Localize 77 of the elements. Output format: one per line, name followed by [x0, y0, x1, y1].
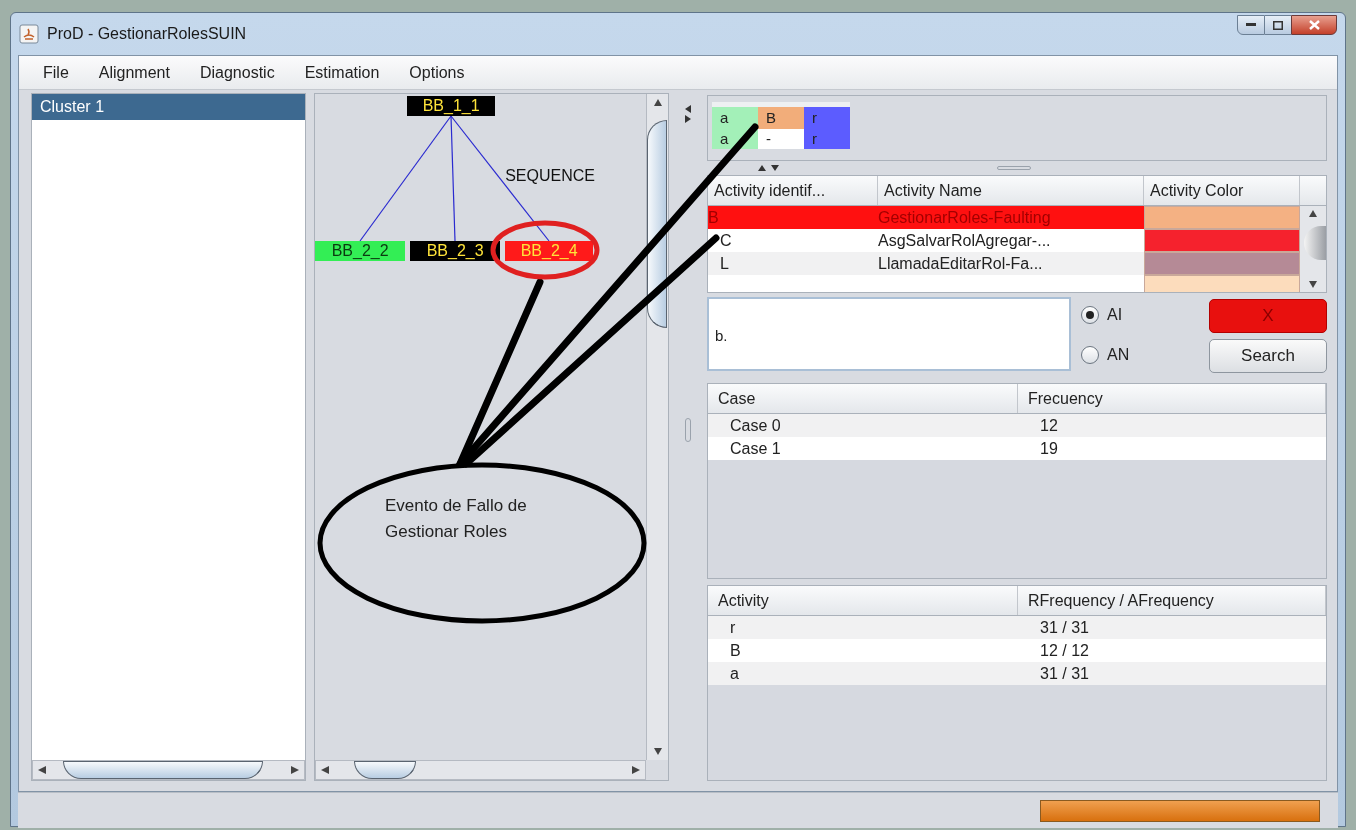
annotation-text: Evento de Fallo de Gestionar Roles [385, 495, 528, 543]
app-icon [19, 24, 39, 44]
radio-indicator[interactable] [1081, 306, 1099, 324]
scroll-up-icon[interactable] [652, 98, 663, 107]
column-header[interactable]: Frecuency [1018, 384, 1326, 413]
table-row[interactable]: L LlamadaEditarRol-Fa... [708, 252, 1300, 275]
table-cell-text: B [708, 207, 720, 228]
table-cell-text: Case 0 [729, 415, 782, 436]
scrollbar-thumb[interactable] [354, 761, 417, 779]
radio-label: AI [1107, 305, 1123, 325]
table-cell-text: 31 / 31 [1039, 617, 1090, 638]
scroll-up-icon[interactable] [1308, 209, 1318, 218]
radio-button[interactable]: AI [1081, 303, 1197, 327]
scrollbar-thumb[interactable] [63, 761, 263, 779]
tree-node[interactable]: BB_2_2 [315, 241, 406, 261]
splitter-handle[interactable] [685, 418, 692, 442]
alignment-cell: r [804, 107, 850, 129]
resize-arrows-icon[interactable] [757, 164, 781, 172]
column-header[interactable]: Activity identif... [708, 176, 878, 205]
close-button[interactable] [1291, 15, 1337, 35]
alignment-cell: a [712, 107, 758, 129]
cluster-item[interactable]: Cluster 1 [32, 94, 306, 120]
menu-item[interactable]: Estimation [300, 60, 384, 85]
table-cell-text: r [729, 617, 737, 638]
minimize-button[interactable] [1237, 15, 1265, 35]
column-header[interactable]: Activity [708, 586, 1018, 615]
table-cell-text: 31 / 31 [1039, 663, 1090, 684]
close-icon [1308, 20, 1320, 30]
menu-item[interactable]: File [39, 60, 73, 85]
scroll-right-icon[interactable] [290, 765, 301, 775]
scroll-down-icon[interactable] [652, 747, 663, 756]
table-cell-text: AsgSalvarRolAgregar-... [878, 230, 1052, 251]
table-cell-text: a [729, 663, 740, 684]
alignment-cell: B [758, 107, 804, 129]
table-cell-text: 12 / 12 [1039, 640, 1090, 661]
table-cell-text: B [729, 640, 742, 661]
scroll-left-icon[interactable] [320, 765, 331, 775]
table-cell-text: L [719, 253, 730, 274]
menu-item[interactable]: Diagnostic [195, 60, 279, 85]
column-header[interactable]: Activity Name [878, 176, 1144, 205]
scroll-right-icon[interactable] [631, 765, 642, 775]
minimize-icon [1246, 23, 1256, 27]
window-title: ProD - GestionarRolesSUIN [47, 24, 247, 44]
maximize-button[interactable] [1265, 15, 1291, 35]
table-cell-text: GestionarRoles-Faulting [878, 207, 1052, 228]
radio-button[interactable]: AN [1081, 343, 1197, 367]
operator-label: SEQUENCE [505, 166, 595, 186]
alignment-cell: - [758, 129, 804, 149]
maximize-icon [1273, 20, 1283, 30]
vertical-scrollbar[interactable] [646, 94, 669, 760]
horizontal-scrollbar[interactable] [315, 760, 647, 780]
column-header[interactable]: Activity Color [1144, 176, 1300, 205]
expand-right-icon[interactable] [685, 115, 692, 123]
radio-indicator[interactable] [1081, 346, 1099, 364]
search-button[interactable]: Search [1209, 339, 1327, 373]
radio-label: AN [1107, 345, 1130, 365]
table-cell-text: 12 [1039, 415, 1059, 436]
menu-item[interactable]: Alignment [94, 60, 174, 85]
menu-item[interactable]: Options [405, 60, 469, 85]
table-cell-text: Case 1 [729, 438, 782, 459]
scroll-down-icon[interactable] [1308, 280, 1318, 289]
vertical-scrollbar[interactable] [1300, 206, 1326, 292]
table-cell-text: C [719, 230, 733, 251]
resize-handle[interactable] [997, 166, 1031, 170]
alignment-cell: r [804, 129, 850, 149]
column-header[interactable]: RFrequency / AFrequency [1018, 586, 1326, 615]
column-header[interactable]: Case [708, 384, 1018, 413]
table-cell-text: 19 [1039, 438, 1059, 459]
scroll-left-icon[interactable] [37, 765, 47, 775]
horizontal-scrollbar[interactable] [32, 760, 306, 780]
tree-node[interactable]: BB_1_1 [407, 96, 496, 116]
collapse-left-icon[interactable] [685, 105, 692, 113]
scrollbar-thumb[interactable] [1304, 226, 1326, 260]
scrollbar-thumb[interactable] [647, 120, 668, 328]
tree-node[interactable]: BB_2_3 [410, 241, 501, 261]
search-field[interactable]: b. [707, 297, 1071, 371]
table-cell-text: LlamadaEditarRol-Fa... [878, 253, 1044, 274]
